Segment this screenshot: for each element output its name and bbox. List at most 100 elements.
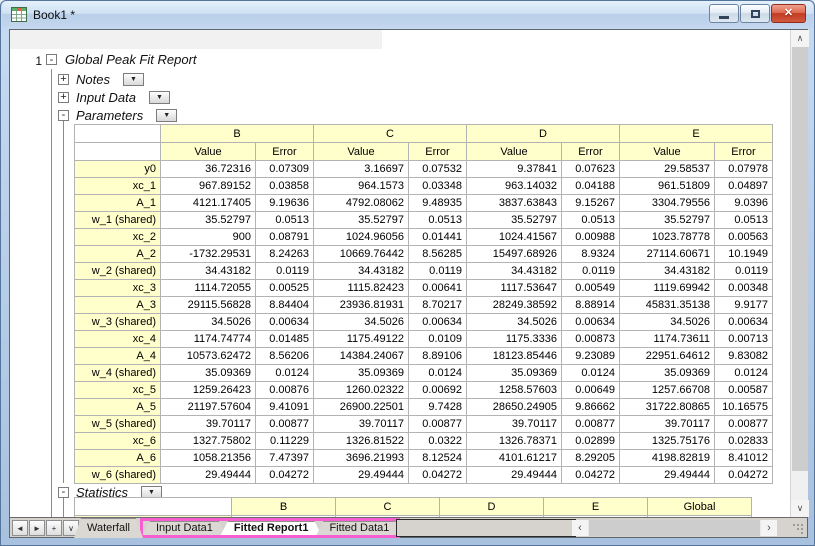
value-cell: 0.00877 [409,416,467,433]
row-label-cell: A_4 [75,348,161,365]
value-cell: 1024.41567 [467,229,562,246]
section-input-data: + Input Data ▼ [58,89,170,105]
worksheet-client-area: 1 - Global Peak Fit Report + Notes ▼ + I… [9,29,808,538]
column-header: Global [648,498,752,516]
table-row: xc_29000.087911024.960560.014411024.4156… [75,229,773,246]
tab-highlight-box: Input Data1Fitted Report1Fitted Data1 [140,518,400,538]
value-cell: 4198.82819 [620,450,715,467]
report-sheet: 1 - Global Peak Fit Report + Notes ▼ + I… [10,30,790,517]
value-cell: 39.70117 [161,416,256,433]
horizontal-scrollbar-thumb[interactable] [589,520,760,536]
add-sheet-button[interactable]: + [46,520,62,536]
section-label-parameters: Parameters [76,108,143,123]
value-cell: 29115.56828 [161,297,256,314]
collapse-toggle-icon[interactable]: - [58,110,69,121]
chevron-down-icon: ▼ [163,112,170,119]
resize-grip[interactable] [793,524,803,534]
section-dropdown-button[interactable]: ▼ [123,73,144,86]
value-cell: 961.51809 [620,178,715,195]
minimize-icon [719,16,729,19]
scroll-right-button[interactable]: › [761,520,777,536]
chevron-up-icon: ∧ [797,33,804,44]
row-label-cell: A_6 [75,450,161,467]
value-cell: 39.70117 [620,416,715,433]
value-cell: 8.89106 [409,348,467,365]
section-dropdown-button[interactable]: ▼ [149,91,170,104]
title-bar[interactable]: Book1 * ✕ [2,1,813,28]
value-cell: 0.00549 [562,280,620,297]
value-cell: 9.23089 [562,348,620,365]
sheet-tab-input-data1[interactable]: Input Data1 [143,521,226,535]
vertical-scrollbar-thumb[interactable] [792,47,808,471]
value-cell: 0.0513 [715,212,773,229]
value-cell: 4792.08062 [314,195,409,212]
sheet-tab-waterfall[interactable]: Waterfall [74,518,143,538]
tab-strip-empty-area [396,519,576,537]
row-header-1[interactable]: 1 [24,54,42,68]
value-cell: 0.03858 [256,178,314,195]
scroll-tabs-left-button-icon: ◄ [16,524,24,533]
value-cell: 0.00877 [256,416,314,433]
minimize-button[interactable] [709,4,739,23]
value-cell: 0.04272 [715,467,773,484]
row-label-cell: w_4 (shared) [75,365,161,382]
value-cell: 1117.53647 [467,280,562,297]
table-row: w_5 (shared)39.701170.0087739.701170.008… [75,416,773,433]
value-cell: 1325.75176 [620,433,715,450]
value-cell: 0.04897 [715,178,773,195]
value-cell: 35.52797 [620,212,715,229]
sheet-tab-bar: ◄►+∨ WaterfallInput Data1Fitted Report1F… [10,517,807,537]
value-cell: 0.00877 [562,416,620,433]
collapse-toggle-icon[interactable]: - [58,487,69,498]
value-cell: 0.00713 [715,331,773,348]
scroll-tabs-right-button[interactable]: ► [29,520,45,536]
corner-cell [75,143,161,161]
sub-header-cell: Value [314,143,409,161]
value-cell: 9.86662 [562,399,620,416]
value-cell: 35.09369 [161,365,256,382]
row-label-cell: w_3 (shared) [75,314,161,331]
section-dropdown-button[interactable]: ▼ [156,109,177,122]
expand-toggle-icon[interactable]: + [58,74,69,85]
restore-button[interactable] [740,4,770,23]
collapse-toggle-icon[interactable]: - [46,54,57,65]
value-cell: 0.00649 [562,382,620,399]
column-header: B [232,498,336,516]
expand-toggle-icon[interactable]: + [58,92,69,103]
tree-connector-line [63,120,64,483]
table-row: w_4 (shared)35.093690.012435.093690.0124… [75,365,773,382]
value-cell: 35.09369 [467,365,562,382]
value-cell: 0.00634 [409,314,467,331]
value-cell: 0.02899 [562,433,620,450]
table-row: A_61058.213567.473973696.219938.12524410… [75,450,773,467]
table-row: A_14121.174059.196364792.080629.48935383… [75,195,773,212]
sub-header-cell: Error [409,143,467,161]
value-cell: 0.00634 [715,314,773,331]
vertical-scrollbar[interactable]: ∧ ∨ [790,30,808,517]
horizontal-scrollbar[interactable]: ‹ › [572,520,777,536]
value-cell: 26900.22501 [314,399,409,416]
value-cell: 10.1949 [715,246,773,263]
row-label-cell: xc_2 [75,229,161,246]
value-cell: 0.0513 [256,212,314,229]
sub-header-cell: Error [562,143,620,161]
scroll-tabs-left-button[interactable]: ◄ [12,520,28,536]
parameters-table: BCDEValueErrorValueErrorValueErrorValueE… [74,124,773,484]
table-row: xc_1967.891520.03858964.15730.03348963.1… [75,178,773,195]
scroll-left-button[interactable]: ‹ [572,520,588,536]
value-cell: 0.0124 [715,365,773,382]
value-cell: 8.70217 [409,297,467,314]
scroll-down-button[interactable]: ∨ [791,500,809,517]
value-cell: 0.00348 [715,280,773,297]
value-cell: 31722.80865 [620,399,715,416]
value-cell: 1260.02322 [314,382,409,399]
close-button[interactable]: ✕ [771,4,806,23]
sheet-tab-fitted-report1[interactable]: Fitted Report1 [221,521,322,535]
value-cell: 967.89152 [161,178,256,195]
value-cell: 0.11229 [256,433,314,450]
sheet-tab-fitted-data1[interactable]: Fitted Data1 [316,521,402,535]
value-cell: 15497.68926 [467,246,562,263]
scroll-up-button[interactable]: ∧ [791,30,809,47]
value-cell: 8.56206 [256,348,314,365]
value-cell: 0.0124 [409,365,467,382]
